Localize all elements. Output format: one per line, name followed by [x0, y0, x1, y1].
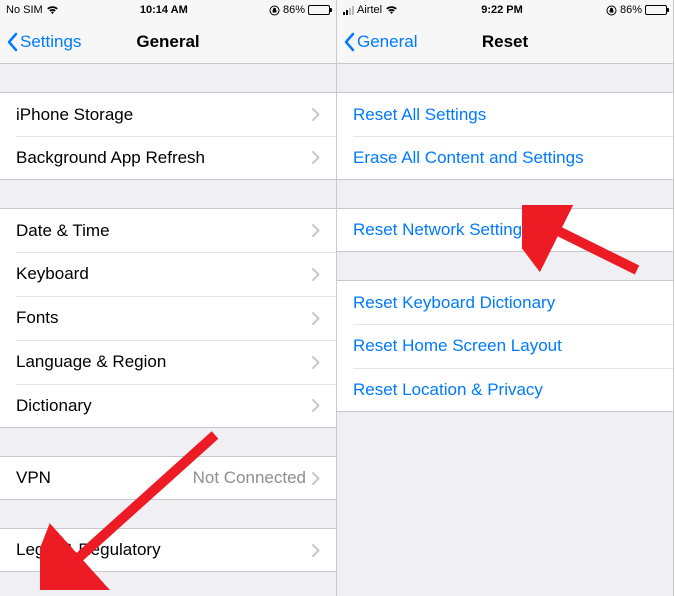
row-language-region[interactable]: Language & Region	[0, 340, 336, 384]
chevron-right-icon	[312, 312, 320, 325]
row-reset-keyboard-dictionary[interactable]: Reset Keyboard Dictionary	[337, 280, 673, 324]
back-button[interactable]: General	[337, 32, 417, 52]
chevron-right-icon	[312, 224, 320, 237]
chevron-right-icon	[312, 472, 320, 485]
row-vpn[interactable]: VPN Not Connected	[0, 456, 336, 500]
row-label: Background App Refresh	[16, 148, 312, 168]
row-legal-regulatory[interactable]: Legal & Regulatory	[0, 528, 336, 572]
chevron-right-icon	[312, 544, 320, 557]
row-background-app-refresh[interactable]: Background App Refresh	[0, 136, 336, 180]
row-label: Language & Region	[16, 352, 312, 372]
row-reset-home-screen-layout[interactable]: Reset Home Screen Layout	[337, 324, 673, 368]
row-label: iPhone Storage	[16, 105, 312, 125]
phone-right-reset: Airtel 9:22 PM 86% General Reset Reset A…	[337, 0, 674, 596]
chevron-left-icon	[343, 32, 355, 52]
signal-bars-icon	[343, 5, 354, 15]
status-time: 10:14 AM	[140, 4, 188, 16]
back-label: Settings	[20, 32, 81, 52]
row-label: Reset Location & Privacy	[353, 380, 657, 400]
row-reset-location-privacy[interactable]: Reset Location & Privacy	[337, 368, 673, 412]
chevron-right-icon	[312, 151, 320, 164]
back-label: General	[357, 32, 417, 52]
row-label: Date & Time	[16, 221, 312, 241]
row-reset-all-settings[interactable]: Reset All Settings	[337, 92, 673, 136]
chevron-right-icon	[312, 399, 320, 412]
status-time: 9:22 PM	[481, 4, 523, 16]
battery-icon	[308, 5, 330, 15]
row-label: Reset All Settings	[353, 105, 657, 125]
row-iphone-storage[interactable]: iPhone Storage	[0, 92, 336, 136]
chevron-right-icon	[312, 268, 320, 281]
chevron-right-icon	[312, 108, 320, 121]
nav-bar: Settings General	[0, 20, 336, 64]
row-label: Dictionary	[16, 396, 312, 416]
battery-percent: 86%	[620, 4, 642, 16]
vpn-status: Not Connected	[193, 468, 306, 488]
row-date-time[interactable]: Date & Time	[0, 208, 336, 252]
battery-icon	[645, 5, 667, 15]
nav-bar: General Reset	[337, 20, 673, 64]
wifi-icon	[46, 5, 59, 15]
row-label: Legal & Regulatory	[16, 540, 312, 560]
battery-percent: 86%	[283, 4, 305, 16]
row-reset-network-settings[interactable]: Reset Network Settings	[337, 208, 673, 252]
row-label: Keyboard	[16, 264, 312, 284]
row-keyboard[interactable]: Keyboard	[0, 252, 336, 296]
phone-left-general: No SIM 10:14 AM 86% Settings General i	[0, 0, 337, 596]
chevron-right-icon	[312, 356, 320, 369]
row-label: Reset Home Screen Layout	[353, 336, 657, 356]
row-label: Fonts	[16, 308, 312, 328]
status-bar: Airtel 9:22 PM 86%	[337, 0, 673, 20]
carrier-text: Airtel	[357, 4, 382, 16]
row-fonts[interactable]: Fonts	[0, 296, 336, 340]
chevron-left-icon	[6, 32, 18, 52]
orientation-lock-icon	[269, 5, 280, 16]
row-label: Reset Network Settings	[353, 220, 657, 240]
row-label: VPN	[16, 468, 193, 488]
row-label: Erase All Content and Settings	[353, 148, 657, 168]
orientation-lock-icon	[606, 5, 617, 16]
back-button[interactable]: Settings	[0, 32, 81, 52]
row-erase-all-content[interactable]: Erase All Content and Settings	[337, 136, 673, 180]
carrier-text: No SIM	[6, 4, 43, 16]
row-label: Reset Keyboard Dictionary	[353, 293, 657, 313]
wifi-icon	[385, 5, 398, 15]
status-bar: No SIM 10:14 AM 86%	[0, 0, 336, 20]
row-dictionary[interactable]: Dictionary	[0, 384, 336, 428]
